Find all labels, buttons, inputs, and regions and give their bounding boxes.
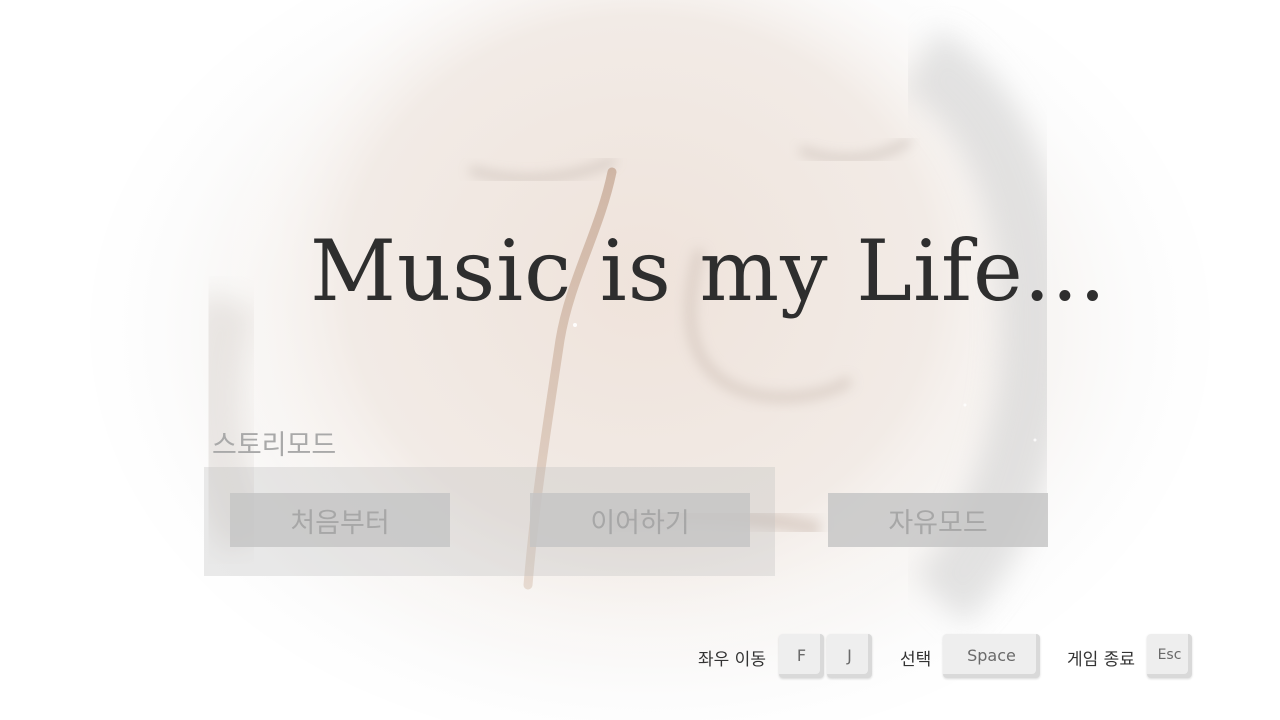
- key-esc: Esc: [1147, 634, 1192, 678]
- key-j: J: [827, 634, 872, 678]
- background-face-artwork: [0, 0, 1280, 720]
- select-hint-label: 선택: [900, 650, 932, 670]
- game-title: Music is my Life...: [310, 222, 1107, 320]
- key-f: F: [779, 634, 824, 678]
- free-mode-button[interactable]: 자유모드: [828, 493, 1048, 547]
- title-screen: Music is my Life... 스토리모드 처음부터 이어하기 자유모드…: [0, 0, 1280, 720]
- continue-button[interactable]: 이어하기: [530, 493, 750, 547]
- move-hint-label: 좌우 이동: [698, 650, 766, 670]
- key-space: Space: [943, 634, 1040, 678]
- quit-hint-label: 게임 종료: [1067, 650, 1135, 670]
- story-mode-label: 스토리모드: [212, 430, 337, 461]
- start-from-beginning-button[interactable]: 처음부터: [230, 493, 450, 547]
